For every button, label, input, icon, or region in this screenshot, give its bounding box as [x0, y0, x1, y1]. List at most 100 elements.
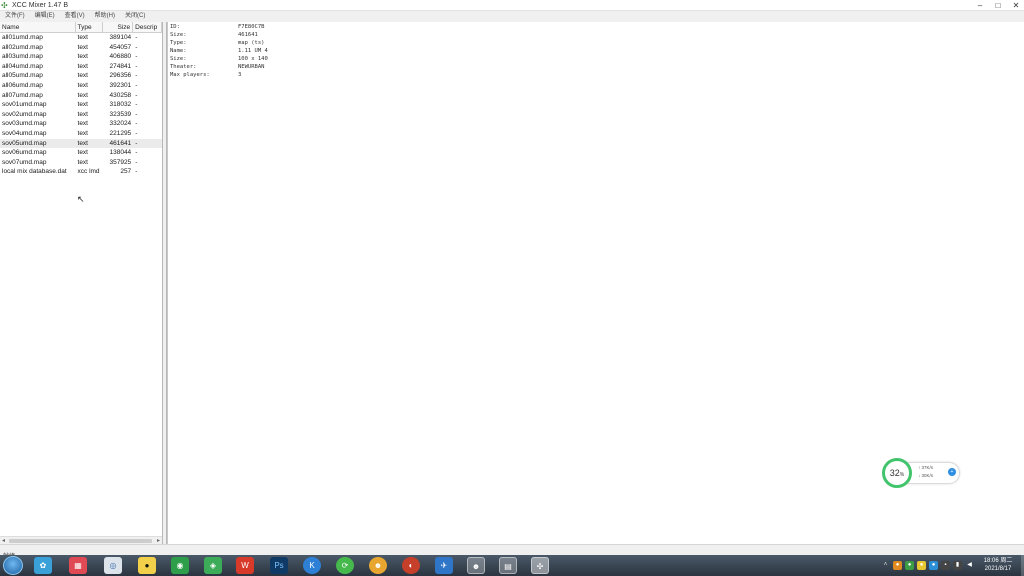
menu-view[interactable]: 查看(V)	[60, 11, 90, 22]
scroll-left-icon[interactable]: ◂	[2, 537, 5, 544]
scroll-right-icon[interactable]: ▸	[157, 537, 160, 544]
file-row[interactable]: sov07umd.map text 357925-	[0, 158, 162, 168]
file-size: 392301	[109, 81, 132, 89]
wps-icon[interactable]: W	[236, 557, 254, 574]
file-name: sov05umd.map	[2, 139, 47, 147]
file-row[interactable]: all03umd.map text 406880-	[0, 52, 162, 62]
volume-icon[interactable]: ◀	[965, 561, 974, 570]
file-type: text	[77, 91, 88, 99]
column-header-type[interactable]: Type	[76, 22, 104, 32]
file-row[interactable]: local mix database.dat xcc lmd 257-	[0, 167, 162, 177]
file-name: local mix database.dat	[2, 168, 67, 176]
file-row[interactable]: sov04umd.map text 221295-	[0, 129, 162, 139]
info-key: Name:	[170, 48, 187, 54]
file-name: sov03umd.map	[2, 120, 47, 128]
file-size: 257	[120, 168, 132, 176]
info-row: Size: 461641	[170, 31, 258, 39]
photoshop-icon[interactable]: Ps	[270, 557, 288, 574]
file-list: all01umd.map text 389104- all02umd.map text 4…	[0, 33, 162, 177]
folder-icon[interactable]: ▤	[499, 557, 517, 574]
info-value: 1.11 UM 4	[238, 48, 268, 54]
taskbar: ✿ ▦ ◎ ● ◉ ◈ W Ps K ⟳ ☻ ◐ ✈ ☻ ▤ ✣ ˄ ● ● ●…	[0, 555, 1024, 576]
file-size: 454057	[109, 43, 132, 51]
file-description: -	[135, 34, 138, 41]
taskbar-clock[interactable]: 18:06 周二 2021/8/17	[976, 557, 1020, 573]
network-speed-widget[interactable]: ↑ 37K/s ↓ 30K/s + 32%	[882, 458, 960, 488]
column-header-size[interactable]: Size	[103, 22, 134, 32]
file-description: -	[135, 43, 138, 51]
file-size: 323539	[109, 110, 132, 118]
app-icon[interactable]: ✣	[1, 1, 10, 10]
file-row[interactable]: all02umd.map text 454057-	[0, 43, 162, 53]
file-row[interactable]: sov02umd.map text 323539-	[0, 110, 162, 120]
file-row[interactable]: sov06umd.map text 138044-	[0, 148, 162, 158]
file-row[interactable]: sov05umd.map text 461641-	[0, 138, 162, 149]
tray-expand-icon[interactable]: ˄	[881, 561, 890, 570]
menu-file[interactable]: 文件(F)	[0, 11, 30, 22]
file-size: 357925	[109, 158, 132, 166]
file-row[interactable]: all01umd.map text 389104-	[0, 33, 162, 43]
file-name: all07umd.map	[2, 91, 43, 99]
file-type: text	[77, 81, 88, 89]
maximize-button[interactable]: □	[994, 0, 1002, 11]
speed-value: 32	[889, 468, 900, 478]
file-row[interactable]: all06umd.map text 392301-	[0, 81, 162, 91]
file-name: all05umd.map	[2, 72, 43, 80]
file-name: all06umd.map	[2, 81, 43, 89]
qq-icon[interactable]: ●	[138, 557, 156, 574]
bird-app-icon[interactable]: ✈	[435, 557, 453, 574]
menu-help[interactable]: 帮助(H)	[90, 11, 120, 22]
file-type: text	[77, 129, 88, 137]
close-button[interactable]: ✕	[1012, 0, 1020, 11]
file-row[interactable]: all04umd.map text 274841-	[0, 62, 162, 72]
tray-app-icon-5[interactable]: ▪	[941, 561, 950, 570]
browser-icon[interactable]: ✿	[34, 557, 52, 574]
menu-close[interactable]: 关闭(C)	[120, 11, 150, 22]
minimize-button[interactable]: –	[976, 0, 984, 11]
qq-window-icon[interactable]: ☻	[467, 557, 485, 574]
column-header-name[interactable]: Name	[0, 22, 76, 32]
colorful-app-icon[interactable]: ▦	[69, 557, 87, 574]
scrollbar-thumb[interactable]	[9, 539, 152, 543]
title-bar: ✣ XCC Mixer 1.47 B – □ ✕	[0, 0, 1024, 11]
file-type: text	[77, 34, 88, 41]
speed-gauge[interactable]: 32%	[882, 458, 912, 488]
cloud-app-icon[interactable]: ◎	[104, 557, 122, 574]
chrome-icon[interactable]: ◉	[171, 557, 189, 574]
system-tray: ˄ ● ● ● ● ▪ ▮ ◀	[881, 559, 974, 572]
start-button[interactable]	[3, 556, 23, 575]
file-description: -	[135, 101, 138, 109]
window-controls: – □ ✕	[976, 0, 1020, 11]
file-type: text	[77, 110, 88, 118]
file-type: xcc lmd	[77, 168, 100, 176]
tray-app-icon-3[interactable]: ●	[917, 561, 926, 570]
tray-app-icon-2[interactable]: ●	[905, 561, 914, 570]
horizontal-scrollbar[interactable]: ◂ ▸	[0, 536, 162, 544]
file-description: -	[135, 149, 138, 157]
file-description: -	[135, 53, 138, 61]
file-type: text	[77, 149, 88, 157]
file-row[interactable]: all05umd.map text 296356-	[0, 71, 162, 81]
k-app-icon[interactable]: K	[303, 557, 321, 574]
tray-app-icon-1[interactable]: ●	[893, 561, 902, 570]
info-key: Theater:	[170, 64, 197, 70]
file-row[interactable]: all07umd.map text 430258-	[0, 91, 162, 101]
menu-bar: 文件(F) 编辑(E) 查看(V) 帮助(H) 关闭(C)	[0, 11, 1024, 22]
network-icon[interactable]: ▮	[953, 561, 962, 570]
info-row: Theater: NEWURBAN	[170, 63, 265, 71]
chat-app-icon[interactable]: ☻	[369, 557, 387, 574]
xcc-mixer-taskbar-icon[interactable]: ✣	[531, 557, 549, 574]
green-app-icon[interactable]: ⟳	[336, 557, 354, 574]
file-size: 389104	[109, 34, 132, 41]
tray-app-icon-4[interactable]: ●	[929, 561, 938, 570]
window-title: XCC Mixer 1.47 B	[12, 2, 69, 9]
file-row[interactable]: sov01umd.map text 318032-	[0, 100, 162, 110]
plus-icon[interactable]: +	[948, 468, 956, 476]
media-app-icon[interactable]: ◐	[402, 557, 420, 574]
column-header-description[interactable]: Descrip	[133, 22, 162, 32]
clock-time: 18:06 周二	[983, 558, 1013, 564]
file-row[interactable]: sov03umd.map text 332024-	[0, 119, 162, 129]
menu-edit[interactable]: 编辑(E)	[30, 11, 60, 22]
mouse-cursor-icon: ↖	[77, 194, 85, 204]
shield-icon[interactable]: ◈	[204, 557, 222, 574]
